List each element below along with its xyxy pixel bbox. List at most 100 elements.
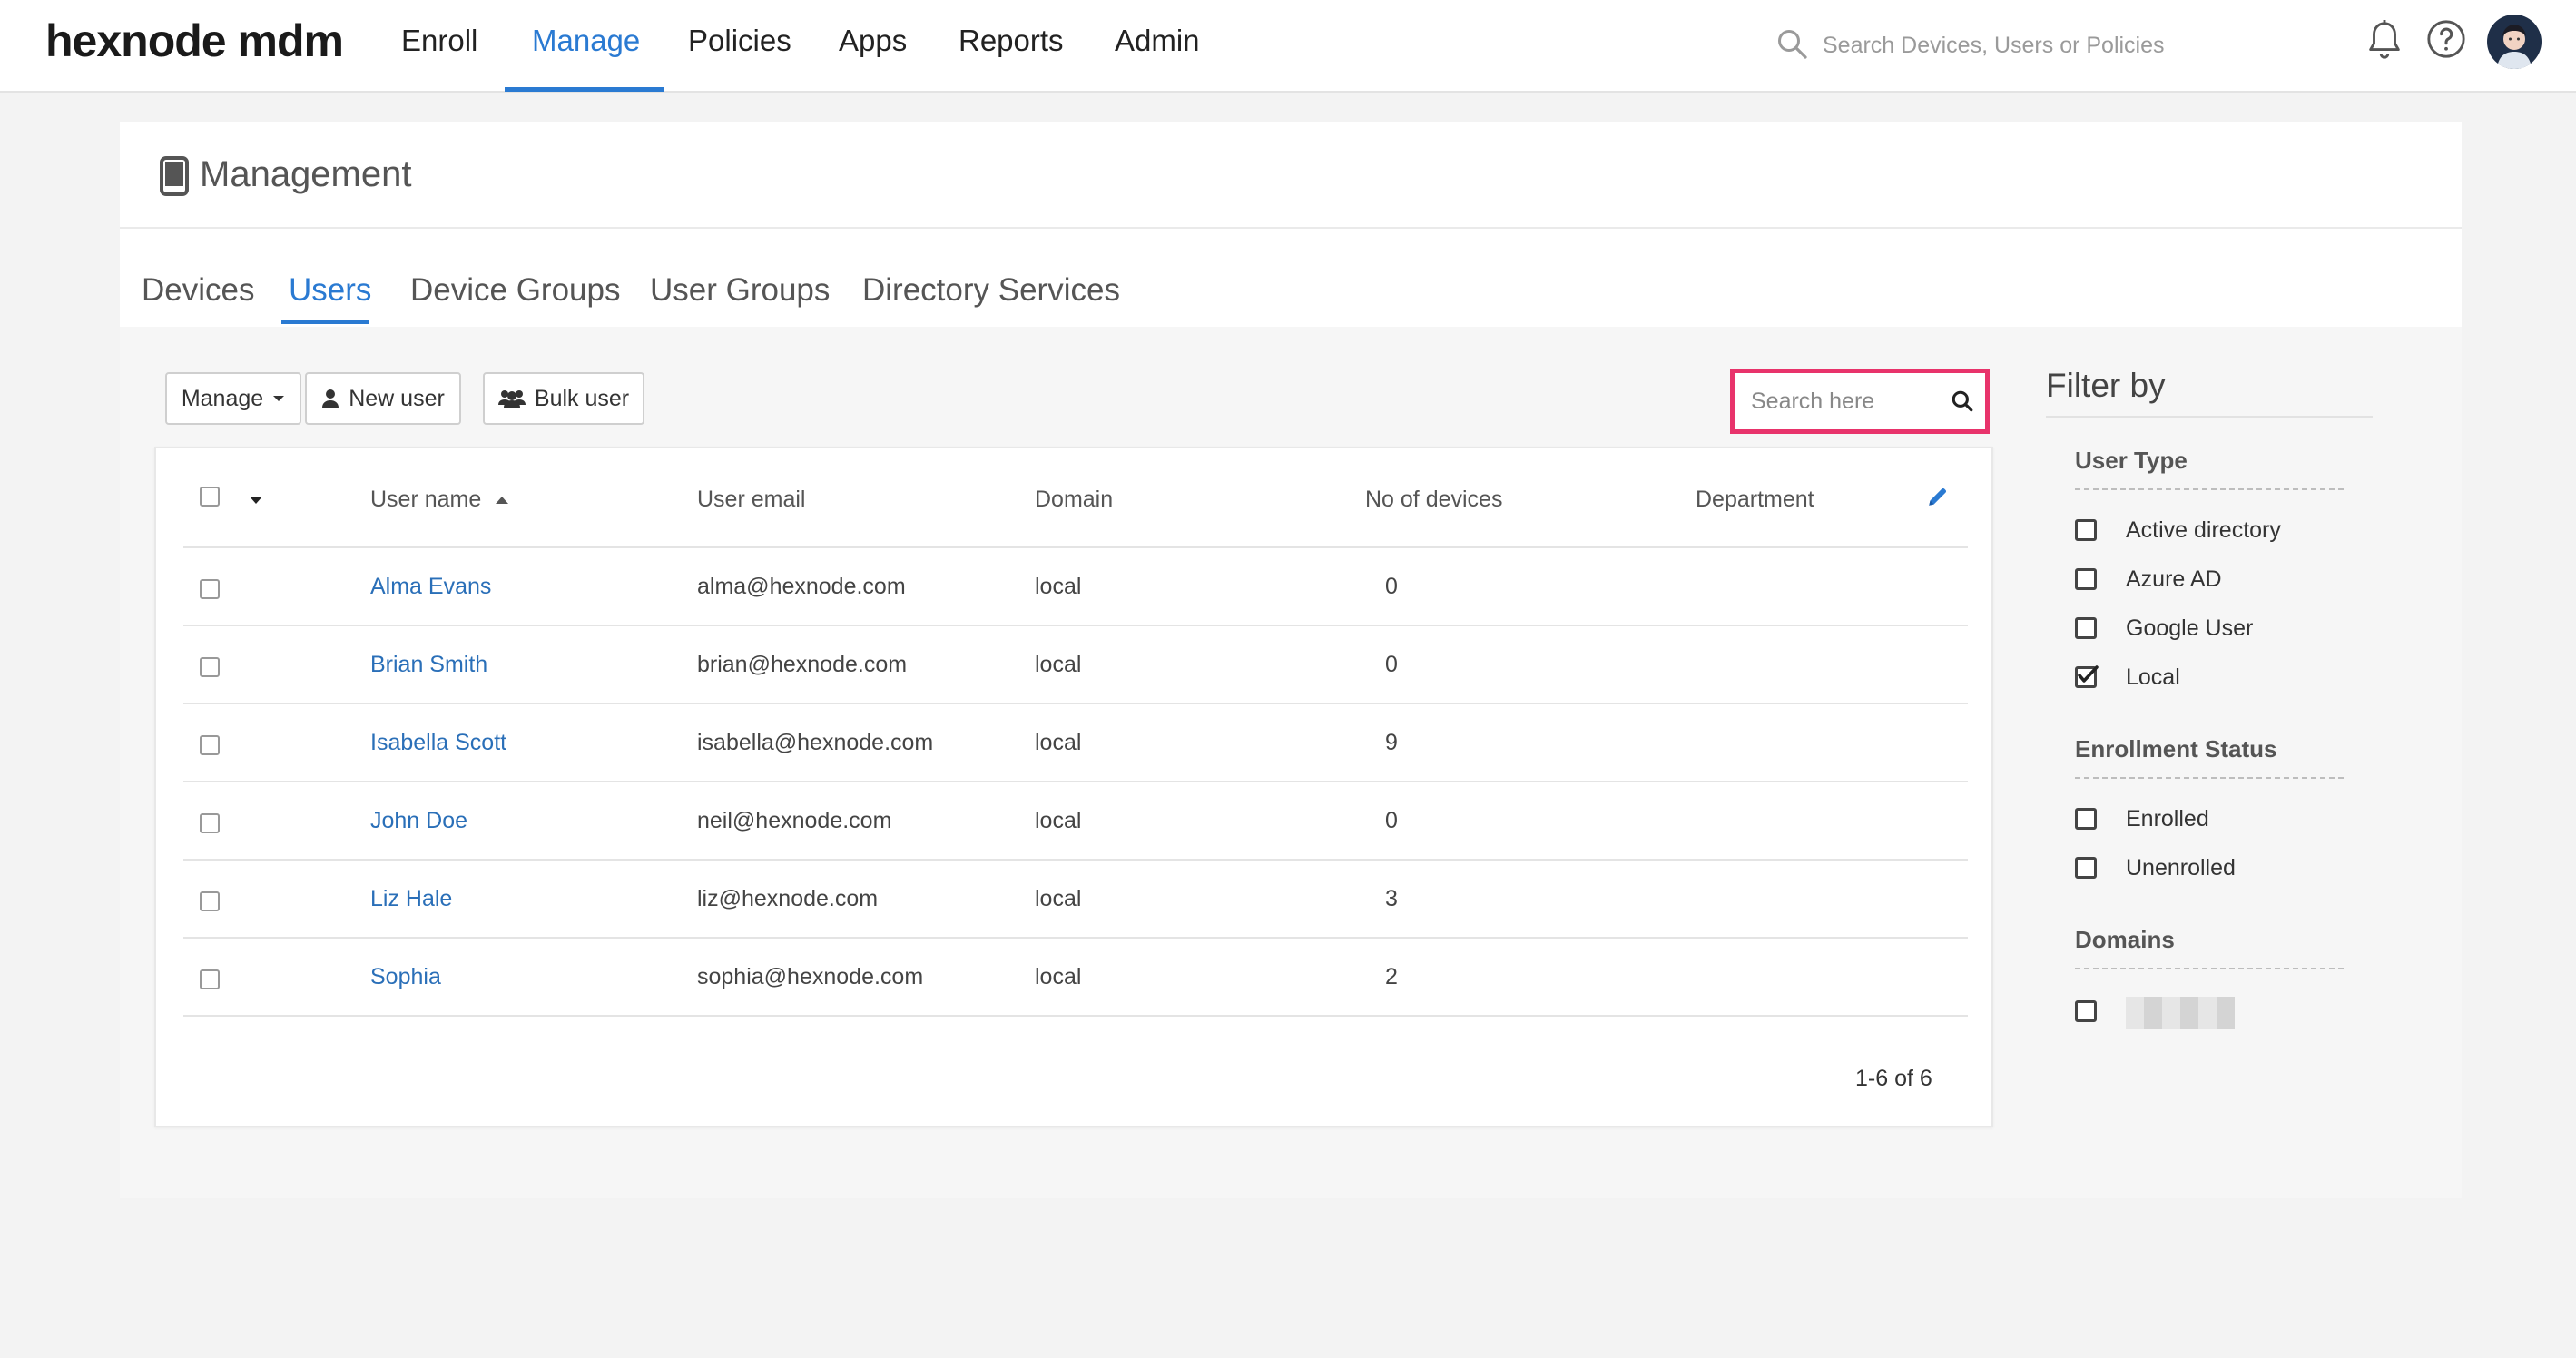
pagination-info: 1-6 of 6 [1855,1066,1932,1091]
tab-users[interactable]: Users [289,272,371,309]
nav-policies[interactable]: Policies [688,24,791,58]
checkbox-local-checked[interactable] [2075,665,2099,688]
row-divider [183,937,1968,939]
filter-title: Filter by [2046,367,2166,404]
user-search-box [1730,369,1990,434]
global-search-input[interactable] [1823,25,2222,65]
tab-devices[interactable]: Devices [142,272,254,309]
user-name-link[interactable]: Isabella Scott [370,730,506,756]
search-icon[interactable] [1951,389,1974,413]
redacted-domain-label[interactable] [2126,997,2235,1029]
user-avatar[interactable] [2487,15,2542,74]
row-divider [183,625,1968,626]
user-name-link[interactable]: Sophia [370,964,441,990]
global-search [1775,25,2229,65]
filter-section-user-type: User Type [2075,447,2188,474]
bulk-user-label: Bulk user [534,385,630,411]
caret-down-icon [273,396,285,401]
filter-label-unenrolled[interactable]: Unenrolled [2126,855,2236,881]
sort-ascending-icon [496,497,509,505]
column-header-username[interactable]: User name [370,487,509,513]
user-name-link[interactable]: Brian Smith [370,652,487,678]
device-count: 0 [1385,652,1398,677]
header-divider [183,546,1968,548]
top-navigation-bar: hexnode mdm Enroll Manage Policies Apps … [0,0,2576,93]
column-header-devices[interactable]: No of devices [1365,487,1502,513]
checkbox-active-directory[interactable] [2075,519,2097,541]
page-title: Management [200,154,412,194]
filter-section-enrollment-status: Enrollment Status [2075,735,2277,763]
nav-admin[interactable]: Admin [1115,24,1200,58]
device-count: 0 [1385,808,1398,833]
user-email: alma@hexnode.com [697,574,906,599]
column-header-domain[interactable]: Domain [1035,487,1113,513]
checkbox-azure-ad[interactable] [2075,568,2097,590]
manage-dropdown-button[interactable]: Manage [165,372,301,425]
edit-columns-pencil-icon[interactable] [1926,485,1950,508]
device-count: 0 [1385,574,1398,599]
row-checkbox[interactable] [200,969,220,989]
section-divider [2075,968,2344,969]
device-count: 9 [1385,730,1398,755]
user-domain: local [1035,730,1082,755]
nav-enroll[interactable]: Enroll [401,24,477,58]
row-checkbox[interactable] [200,891,220,911]
user-name-link[interactable]: John Doe [370,808,467,834]
help-question-icon[interactable] [2425,18,2467,64]
checkbox-unenrolled[interactable] [2075,857,2097,879]
nav-reports[interactable]: Reports [959,24,1064,58]
nav-apps[interactable]: Apps [839,24,907,58]
users-table: User name User email Domain No of device… [154,447,1993,1127]
device-count: 3 [1385,886,1398,911]
user-icon [322,389,339,408]
row-checkbox[interactable] [200,735,220,755]
filter-section-domains: Domains [2075,926,2175,953]
user-name-link[interactable]: Liz Hale [370,886,452,912]
tab-directory-services[interactable]: Directory Services [862,272,1120,309]
select-options-caret-icon[interactable] [249,496,263,505]
row-divider [183,859,1968,861]
filter-label-active-directory[interactable]: Active directory [2126,517,2281,544]
select-all-checkbox[interactable] [200,487,220,507]
header-divider [120,227,2462,229]
hexnode-logo[interactable]: hexnode mdm [45,15,344,67]
user-name-link[interactable]: Alma Evans [370,574,491,600]
filter-label-enrolled[interactable]: Enrolled [2126,806,2209,832]
checkmark-icon [2078,665,2099,683]
user-domain: local [1035,964,1082,989]
user-email: liz@hexnode.com [697,886,879,911]
nav-manage[interactable]: Manage [532,24,640,58]
row-checkbox[interactable] [200,813,220,833]
users-group-icon [497,390,526,408]
column-header-email[interactable]: User email [697,487,805,513]
tab-user-groups[interactable]: User Groups [650,272,830,309]
checkbox-domain[interactable] [2075,1000,2097,1022]
row-divider [183,781,1968,782]
management-header: Management Devices Users Device Groups U… [120,122,2462,327]
checkbox-enrolled[interactable] [2075,808,2097,830]
user-email: neil@hexnode.com [697,808,892,833]
checkbox-google-user[interactable] [2075,617,2097,639]
user-domain: local [1035,808,1082,833]
active-nav-indicator [505,87,664,92]
search-icon [1778,30,1807,59]
row-divider [183,1015,1968,1017]
column-header-department[interactable]: Department [1696,487,1814,513]
new-user-label: New user [349,385,445,411]
row-checkbox[interactable] [200,657,220,677]
manage-button-label: Manage [181,385,264,411]
filter-label-azure-ad[interactable]: Azure AD [2126,566,2222,593]
filter-divider [2046,416,2373,418]
filter-label-google-user[interactable]: Google User [2126,615,2253,642]
tab-device-groups[interactable]: Device Groups [410,272,620,309]
notifications-bell-icon[interactable] [2364,18,2405,68]
user-domain: local [1035,574,1082,599]
user-domain: local [1035,886,1082,911]
user-email: sophia@hexnode.com [697,964,924,989]
user-search-input[interactable] [1751,384,1942,418]
section-divider [2075,488,2344,490]
bulk-user-button[interactable]: Bulk user [483,372,644,425]
new-user-button[interactable]: New user [305,372,461,425]
row-checkbox[interactable] [200,579,220,599]
filter-label-local[interactable]: Local [2126,664,2180,691]
